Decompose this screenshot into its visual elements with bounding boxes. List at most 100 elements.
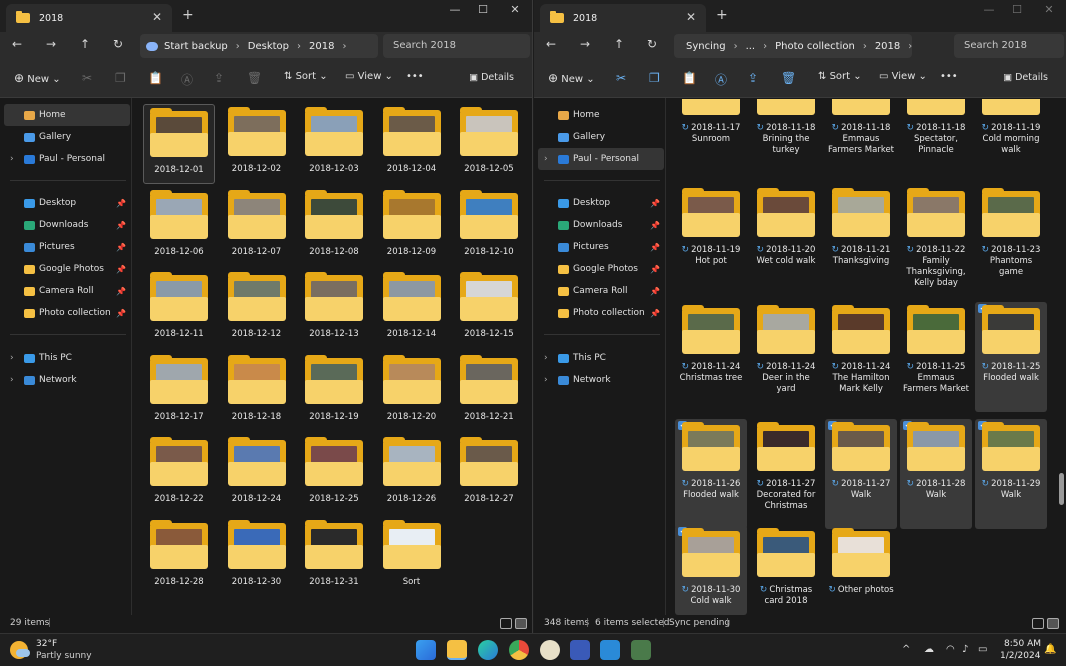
delete-icon[interactable]: 🗑 [247, 71, 262, 85]
chevron-up-icon[interactable]: ^ [902, 644, 910, 655]
breadcrumb-item[interactable]: Syncing [686, 41, 726, 52]
nav-item-this-pc[interactable]: › This PC [538, 347, 664, 369]
start-icon[interactable] [416, 640, 436, 660]
close-tab-icon[interactable]: ✕ [686, 10, 696, 24]
nav-item-desktop[interactable]: Desktop 📌 [538, 192, 664, 214]
minimize-icon[interactable]: — [974, 3, 1004, 16]
weather-condition[interactable]: Partly sunny [36, 651, 92, 661]
folder-item[interactable]: 2018-12-05 [453, 104, 525, 184]
tiles-view-icon[interactable] [515, 618, 527, 629]
nav-item-onedrive[interactable]: › Paul - Personal [538, 148, 664, 170]
nav-item-this-pc[interactable]: › This PC [4, 347, 130, 369]
folder-item[interactable]: 2018-12-03 [298, 104, 370, 184]
copy-icon[interactable]: ❐ [115, 71, 126, 85]
folder-item[interactable]: ↻ 2018-11-19 Hot pot [675, 185, 747, 295]
nav-item-onedrive[interactable]: › Paul - Personal [4, 148, 130, 170]
folder-item[interactable]: Sort [376, 517, 448, 597]
sort-button[interactable]: ⇅ Sort ⌄ [818, 71, 862, 82]
breadcrumb[interactable]: Start backup › Desktop › 2018 › [140, 34, 378, 58]
cut-icon[interactable]: ✂ [616, 71, 626, 85]
maximize-icon[interactable]: ☐ [468, 3, 498, 16]
breadcrumb-item[interactable]: 2018 [309, 41, 334, 52]
app-icon[interactable] [570, 640, 590, 660]
folder-item[interactable]: ✓↻2018-11-25 Flooded walk [975, 302, 1047, 412]
more-options-button[interactable]: ••• [406, 71, 424, 82]
chevron-right-icon[interactable]: › [10, 353, 14, 363]
folder-item[interactable]: 2018-12-21 [453, 352, 525, 432]
breadcrumb-item[interactable]: Desktop [248, 41, 289, 52]
photos-icon[interactable] [631, 640, 651, 660]
wifi-icon[interactable]: ◠ [946, 644, 955, 655]
chevron-right-icon[interactable]: › [10, 375, 14, 385]
clock-time[interactable]: 8:50 AM [1004, 639, 1041, 649]
folder-item[interactable]: ↻ 2018-11-23 Phantoms game [975, 185, 1047, 295]
back-icon[interactable]: ← [12, 37, 22, 51]
folder-item[interactable]: 2018-12-04 [376, 104, 448, 184]
copy-icon[interactable]: ❐ [649, 71, 660, 85]
folder-item[interactable]: 2018-12-11 [143, 269, 215, 349]
nav-item-photo-collection[interactable]: Photo collection 📌 [538, 302, 664, 324]
app-icon[interactable] [600, 640, 620, 660]
breadcrumb[interactable]: Syncing › ... › Photo collection › 2018 › [674, 34, 912, 58]
folder-item[interactable]: ↻ 2018-11-17 Sunroom [675, 99, 747, 173]
share-icon[interactable]: ⇪ [214, 71, 224, 85]
folder-item[interactable]: 2018-12-14 [376, 269, 448, 349]
search-input[interactable]: Search 2018 [954, 34, 1064, 58]
folder-item[interactable]: 2018-12-07 [221, 187, 293, 267]
folder-item[interactable]: ↻ 2018-11-25 Emmaus Farmers Market [900, 302, 972, 412]
folder-item[interactable]: 2018-12-31 [298, 517, 370, 597]
folder-item[interactable]: 2018-12-24 [221, 434, 293, 514]
tab-2018[interactable]: 2018 ✕ [540, 4, 706, 32]
folder-item[interactable]: ✓↻2018-11-29 Walk [975, 419, 1047, 529]
weather-icon[interactable] [10, 641, 30, 659]
folder-item[interactable]: 2018-12-27 [453, 434, 525, 514]
nav-item-network[interactable]: › Network [538, 369, 664, 391]
folder-item[interactable]: ↻ 2018-11-24 Deer in the yard [750, 302, 822, 412]
chrome-icon[interactable] [509, 640, 529, 660]
folder-item[interactable]: ✓↻2018-11-28 Walk [900, 419, 972, 529]
sort-button[interactable]: ⇅ Sort ⌄ [284, 71, 328, 82]
volume-icon[interactable]: ♪ [962, 644, 968, 655]
delete-icon[interactable]: 🗑 [781, 71, 796, 85]
folder-item[interactable]: 2018-12-26 [376, 434, 448, 514]
folder-item[interactable]: ✓↻2018-11-30 Cold walk [675, 525, 747, 615]
nav-item-photo-collection[interactable]: Photo collection 📌 [4, 302, 130, 324]
chevron-right-icon[interactable]: › [544, 154, 548, 164]
weather-temp[interactable]: 32°F [36, 639, 57, 649]
details-view-icon[interactable] [1032, 618, 1044, 629]
forward-icon[interactable]: → [46, 37, 56, 51]
nav-item-gallery[interactable]: Gallery [538, 126, 664, 148]
clock-date[interactable]: 1/2/2024 [1000, 651, 1040, 661]
refresh-icon[interactable]: ↻ [113, 37, 123, 51]
details-view-icon[interactable] [500, 618, 512, 629]
folder-item[interactable]: ↻ 2018-11-20 Wet cold walk [750, 185, 822, 295]
vertical-scrollbar[interactable] [1059, 473, 1064, 505]
app-icon[interactable] [540, 640, 560, 660]
folder-item[interactable]: 2018-12-13 [298, 269, 370, 349]
up-icon[interactable]: ↑ [614, 37, 624, 51]
new-tab-icon[interactable]: + [182, 7, 194, 23]
folder-item[interactable]: ↻ Other photos [825, 525, 897, 615]
forward-icon[interactable]: → [580, 37, 590, 51]
folder-item[interactable]: ✓↻2018-11-27 Walk [825, 419, 897, 529]
back-icon[interactable]: ← [546, 37, 556, 51]
nav-item-home[interactable]: Home [538, 104, 664, 126]
nav-item-google-photos[interactable]: Google Photos 📌 [4, 258, 130, 280]
folder-item[interactable]: 2018-12-09 [376, 187, 448, 267]
folder-item[interactable]: 2018-12-08 [298, 187, 370, 267]
breadcrumb-item[interactable]: Photo collection [775, 41, 855, 52]
up-icon[interactable]: ↑ [80, 37, 90, 51]
folder-item[interactable]: 2018-12-15 [453, 269, 525, 349]
tab-2018[interactable]: 2018 ✕ [6, 4, 172, 32]
chevron-right-icon[interactable]: › [544, 353, 548, 363]
details-button[interactable]: ▣ Details [469, 72, 514, 83]
breadcrumb-item[interactable]: 2018 [875, 41, 900, 52]
folder-item[interactable]: 2018-12-22 [143, 434, 215, 514]
close-window-icon[interactable]: ✕ [1034, 3, 1064, 16]
folder-item[interactable]: 2018-12-18 [221, 352, 293, 432]
folder-item[interactable]: ↻ 2018-11-24 Christmas tree [675, 302, 747, 412]
view-button[interactable]: ▭ View ⌄ [879, 71, 927, 82]
folder-item[interactable]: ↻ Christmas card 2018 [750, 525, 822, 615]
folder-item[interactable]: ✓↻2018-11-26 Flooded walk [675, 419, 747, 529]
folder-item[interactable]: 2018-12-28 [143, 517, 215, 597]
